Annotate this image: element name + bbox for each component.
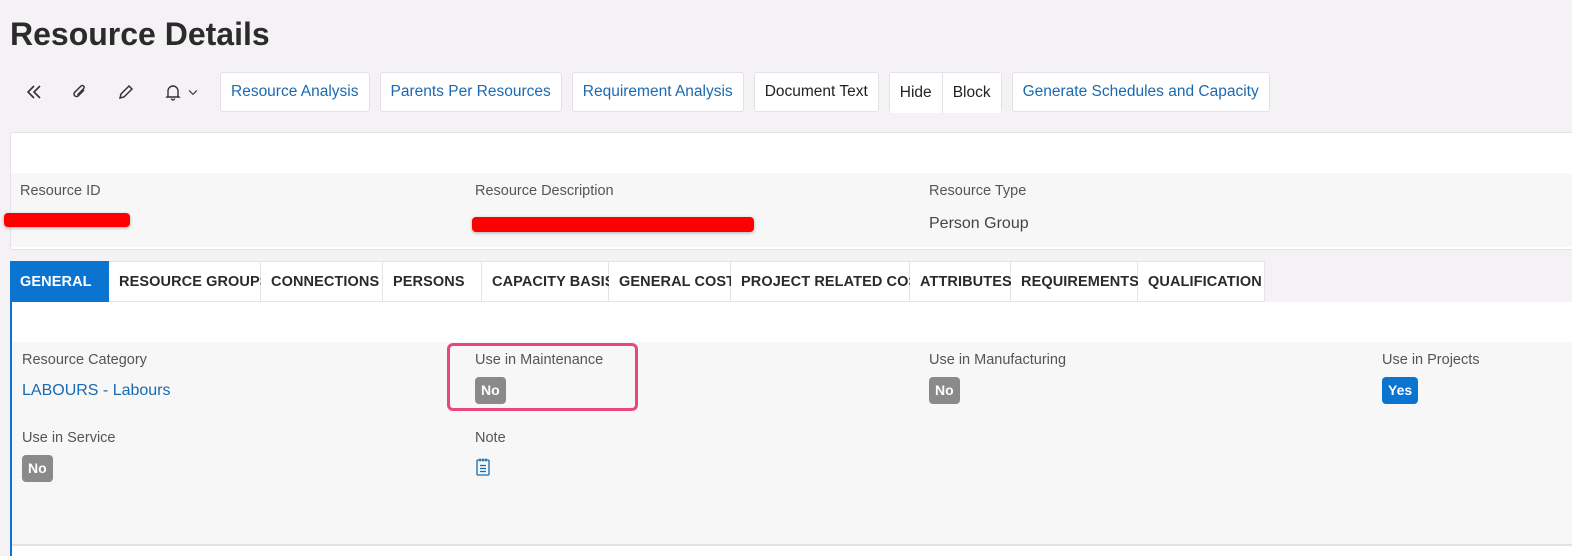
tab-general-cost[interactable]: GENERAL COST — [609, 261, 735, 302]
resource-type-field: Resource Type Person Group — [929, 183, 1029, 233]
redaction-mark — [472, 217, 754, 232]
resource-header-card: Resource ID Resource Description Resourc… — [10, 132, 1572, 250]
note-label: Note — [475, 430, 506, 446]
general-tab-panel: Resource Category LABOURS - Labours Use … — [10, 302, 1572, 556]
bell-icon — [165, 85, 181, 101]
notification-bell-dropdown[interactable] — [154, 72, 210, 112]
use-in-manufacturing-badge: No — [929, 377, 960, 404]
resource-category-link[interactable]: LABOURS - Labours — [22, 382, 171, 400]
general-fields: Resource Category LABOURS - Labours Use … — [12, 342, 1572, 544]
tab-bar: GENERAL RESOURCE GROUPS CONNECTIONS PERS… — [10, 261, 1265, 302]
use-in-service-label: Use in Service — [22, 430, 116, 446]
resource-category-field: Resource Category LABOURS - Labours — [22, 352, 171, 400]
redaction-mark — [4, 213, 130, 227]
use-in-service-field: Use in Service No — [22, 430, 115, 482]
use-in-maintenance-label: Use in Maintenance — [475, 352, 604, 368]
use-in-projects-label: Use in Projects — [1382, 352, 1480, 368]
use-in-projects-field: Use in Projects Yes — [1382, 352, 1480, 404]
use-in-manufacturing-label: Use in Manufacturing — [929, 352, 1067, 368]
resource-type-label: Resource Type — [929, 183, 1027, 199]
requirement-analysis-button[interactable]: Requirement Analysis — [571, 72, 744, 112]
resource-description-field: Resource Description — [475, 183, 614, 215]
panel-divider — [12, 544, 1572, 546]
hide-block-group: Hide Block — [888, 72, 1002, 113]
tab-project-related-cost[interactable]: PROJECT RELATED COST — [731, 261, 927, 302]
paperclip-icon[interactable] — [60, 72, 100, 112]
tab-resource-groups[interactable]: RESOURCE GROUPS — [109, 261, 269, 302]
toolbar: Resource Analysis Parents Per Resources … — [14, 72, 1270, 113]
tab-requirements[interactable]: REQUIREMENTS — [1011, 261, 1139, 302]
header-fields: Resource ID Resource Description Resourc… — [11, 173, 1572, 247]
document-text-button[interactable]: Document Text — [753, 72, 879, 112]
use-in-maintenance-badge: No — [475, 377, 506, 404]
edit-pencil-icon[interactable] — [106, 72, 146, 112]
resource-description-label: Resource Description — [475, 183, 614, 199]
use-in-service-badge: No — [22, 455, 53, 482]
page-title: Resource Details — [10, 16, 270, 52]
resource-id-field: Resource ID — [20, 183, 101, 215]
chevron-down-icon — [188, 90, 198, 96]
use-in-manufacturing-field: Use in Manufacturing No — [929, 352, 1066, 404]
block-button[interactable]: Block — [941, 73, 1001, 113]
use-in-projects-badge: Yes — [1382, 377, 1419, 404]
collapse-icon[interactable] — [14, 72, 54, 112]
use-in-maintenance-field: Use in Maintenance No — [475, 352, 603, 404]
tab-qualification[interactable]: QUALIFICATION — [1138, 261, 1265, 302]
tab-connections[interactable]: CONNECTIONS — [261, 261, 383, 302]
resource-type-value: Person Group — [929, 215, 1029, 232]
resource-category-label: Resource Category — [22, 352, 147, 368]
hide-button[interactable]: Hide — [889, 73, 942, 113]
generate-schedules-button[interactable]: Generate Schedules and Capacity — [1011, 72, 1270, 112]
tab-persons[interactable]: PERSONS — [383, 261, 482, 302]
note-field: Note — [475, 430, 506, 482]
tab-attributes[interactable]: ATTRIBUTES — [910, 261, 1012, 302]
note-icon[interactable] — [475, 457, 491, 477]
resource-id-label: Resource ID — [20, 183, 101, 199]
resource-analysis-button[interactable]: Resource Analysis — [220, 72, 370, 112]
tab-general[interactable]: GENERAL — [10, 261, 109, 302]
parents-per-resources-button[interactable]: Parents Per Resources — [379, 72, 562, 112]
tab-capacity-basis[interactable]: CAPACITY BASIS — [482, 261, 614, 302]
